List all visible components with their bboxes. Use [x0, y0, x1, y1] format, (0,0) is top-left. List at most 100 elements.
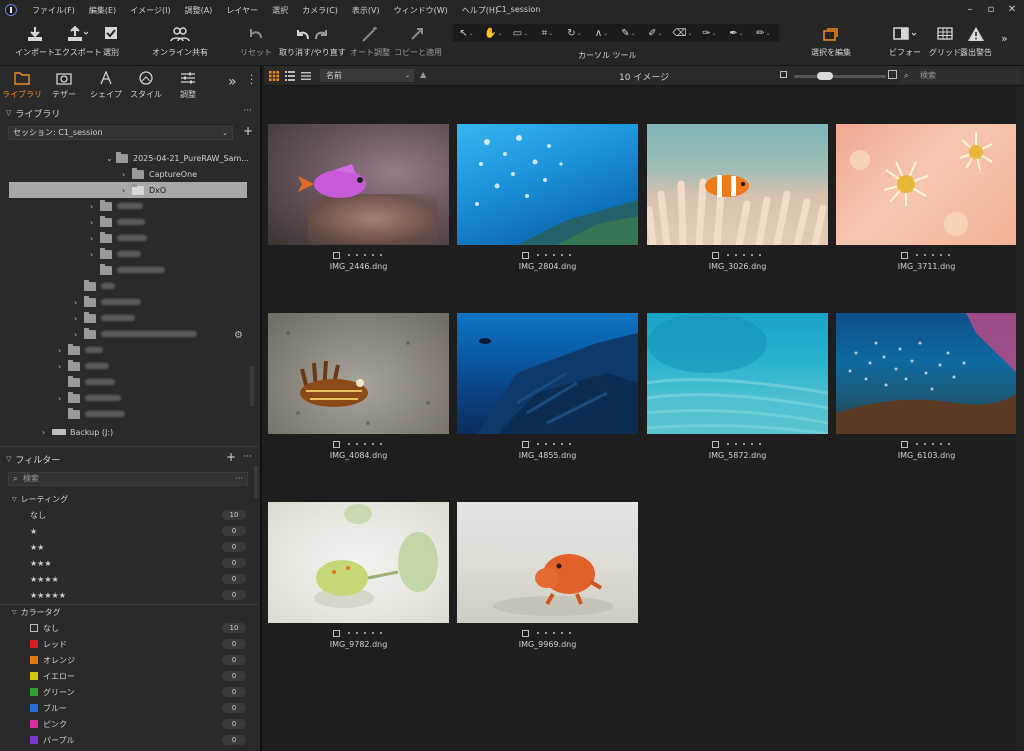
select-checkbox[interactable]	[900, 251, 908, 259]
tree-item-blurred[interactable]: ›	[74, 294, 141, 310]
thumbnail-image[interactable]	[268, 313, 449, 434]
tree-item-blurred[interactable]: ›	[90, 214, 145, 230]
browser-search-input[interactable]: ⌕ 検索	[900, 69, 1020, 83]
tree-item-blurred[interactable]	[90, 262, 165, 278]
tree-item-captureone[interactable]: › CaptureOne	[122, 166, 197, 182]
tree-item-blurred[interactable]: ›	[58, 390, 121, 406]
pan-hand-icon[interactable]: ✋ ⌄	[480, 24, 507, 42]
tree-item-blurred[interactable]	[74, 278, 115, 294]
select-checkbox[interactable]	[711, 251, 719, 259]
thumbnail-image[interactable]	[647, 313, 828, 434]
crop-icon[interactable]: ⌗ ⌄	[534, 24, 561, 42]
sort-select[interactable]: 名前 ⌄	[320, 69, 414, 82]
filmstrip-view-icon[interactable]	[301, 71, 311, 81]
thumbnail-cell[interactable]: IMG_3026.dng	[647, 124, 828, 271]
select-checkbox[interactable]	[332, 629, 340, 637]
thumbnail-cell[interactable]: IMG_5872.dng	[647, 313, 828, 460]
loupe-icon[interactable]: ▭ ⌄	[507, 24, 534, 42]
color-row-green[interactable]: グリーン 0	[30, 685, 246, 699]
library-scrollbar[interactable]	[250, 366, 254, 406]
thumbnail-image[interactable]	[457, 502, 638, 623]
add-filter-icon[interactable]: +	[226, 450, 236, 464]
color-row-pink[interactable]: ピンク 0	[30, 717, 246, 731]
color-row-blue[interactable]: ブルー 0	[30, 701, 246, 715]
color-row-purple[interactable]: パープル 0	[30, 733, 246, 747]
menu-window[interactable]: ウィンドウ(W)	[387, 5, 455, 16]
copy-apply-button[interactable]: コピーと適用	[394, 24, 442, 58]
menu-camera[interactable]: カメラ(C)	[295, 5, 345, 16]
rating-row-1[interactable]: ★ 0	[30, 524, 246, 538]
expand-right-icon[interactable]: ›	[74, 314, 84, 323]
thumbnail-cell[interactable]: IMG_2804.dng	[457, 124, 638, 271]
auto-adjust-button[interactable]: オート調整	[350, 24, 390, 58]
menu-select[interactable]: 選択	[265, 5, 295, 16]
export-button[interactable]: エクスポート	[54, 24, 102, 58]
thumbnail-image[interactable]	[836, 124, 1017, 245]
tab-menu-icon[interactable]: · · ·	[250, 72, 253, 90]
undo-redo-button[interactable]: 取り消す/やり直す	[279, 24, 346, 58]
expand-right-icon[interactable]: ›	[58, 346, 68, 355]
color-row-orange[interactable]: オレンジ 0	[30, 653, 246, 667]
before-button[interactable]: ビフォー	[889, 24, 921, 58]
expand-down-icon[interactable]: ⌄	[106, 154, 116, 163]
color-row-none[interactable]: なし 10	[30, 621, 246, 635]
rating-group-header[interactable]: ▽ レーティング	[12, 494, 68, 505]
browser-scrollbar[interactable]	[1016, 87, 1024, 751]
expand-right-icon[interactable]: ›	[122, 186, 132, 195]
select-checkbox[interactable]	[900, 440, 908, 448]
select-checkbox[interactable]	[711, 440, 719, 448]
tree-item-root-folder[interactable]: ⌄ 2025-04-21_PureRAW_Sam...	[106, 150, 249, 166]
select-checkbox[interactable]	[521, 440, 529, 448]
menu-layer[interactable]: レイヤー	[219, 5, 265, 16]
rating-row-3[interactable]: ★★★ 0	[30, 556, 246, 570]
thumbnail-cell[interactable]: IMG_4084.dng	[268, 313, 449, 460]
color-row-red[interactable]: レッド 0	[30, 637, 246, 651]
large-thumb-icon[interactable]	[888, 70, 897, 79]
thumbnail-cell[interactable]: IMG_3711.dng	[836, 124, 1017, 271]
thumbnail-image[interactable]	[457, 124, 638, 245]
select-checkbox[interactable]	[521, 251, 529, 259]
thumbnail-size-slider-handle[interactable]	[817, 72, 833, 80]
small-thumb-icon[interactable]	[780, 71, 787, 78]
tab-adjust[interactable]: 調整	[170, 69, 206, 100]
expand-right-icon[interactable]: ›	[58, 394, 68, 403]
thumbnail-image[interactable]	[836, 313, 1017, 434]
tree-item-blurred[interactable]: ›	[90, 230, 147, 246]
menu-image[interactable]: イメージ(I)	[123, 5, 177, 16]
search-options-icon[interactable]: ···	[235, 473, 243, 485]
session-select[interactable]: セッション: C1_session ⌄	[8, 126, 233, 140]
rotate-icon[interactable]: ↻ ⌄	[561, 24, 588, 42]
expand-right-icon[interactable]: ›	[90, 234, 100, 243]
thumbnail-image[interactable]	[268, 502, 449, 623]
more-tabs-chevron-icon[interactable]: »	[228, 74, 237, 90]
tree-item-blurred[interactable]: ›	[58, 342, 103, 358]
heal-icon[interactable]: ✑ ⌄	[696, 24, 723, 42]
sort-direction-icon[interactable]: ▲	[420, 70, 426, 79]
pen-icon[interactable]: ✏ ⌄	[750, 24, 777, 42]
tab-style[interactable]: スタイル	[128, 69, 164, 100]
annotate-icon[interactable]: ✒ ⌄	[723, 24, 750, 42]
thumbnail-cell[interactable]: IMG_9782.dng	[268, 502, 449, 649]
add-collection-icon[interactable]: +	[243, 124, 253, 138]
expand-right-icon[interactable]: ›	[90, 250, 100, 259]
expand-right-icon[interactable]: ›	[42, 428, 52, 437]
tab-library[interactable]: ライブラリ	[2, 69, 42, 100]
menu-view[interactable]: 表示(V)	[345, 5, 387, 16]
thumbnail-image[interactable]	[268, 124, 449, 245]
thumbnail-size-slider[interactable]	[794, 75, 886, 78]
thumbnail-image[interactable]	[647, 124, 828, 245]
tree-item-blurred[interactable]: ›	[90, 198, 143, 214]
select-checkbox[interactable]	[521, 629, 529, 637]
eraser-icon[interactable]: ⌫ ⌄	[669, 24, 696, 42]
gear-icon[interactable]: ⚙	[234, 330, 243, 341]
thumbnail-cell[interactable]: IMG_9969.dng	[457, 502, 638, 649]
picker-icon[interactable]: ✎ ⌄	[615, 24, 642, 42]
library-section-header[interactable]: ▽ ライブラリ ···	[0, 104, 258, 122]
cull-button[interactable]: 選別	[103, 24, 119, 58]
grid-view-icon[interactable]	[269, 71, 279, 81]
menu-file[interactable]: ファイル(F)	[25, 5, 82, 16]
filter-section-header[interactable]: ▽ フィルター + ···	[0, 450, 258, 468]
tree-item-backup-drive[interactable]: › Backup (J:)	[42, 424, 113, 440]
tree-item-blurred[interactable]: ›	[74, 310, 135, 326]
tab-shape[interactable]: シェイプ	[88, 69, 124, 100]
